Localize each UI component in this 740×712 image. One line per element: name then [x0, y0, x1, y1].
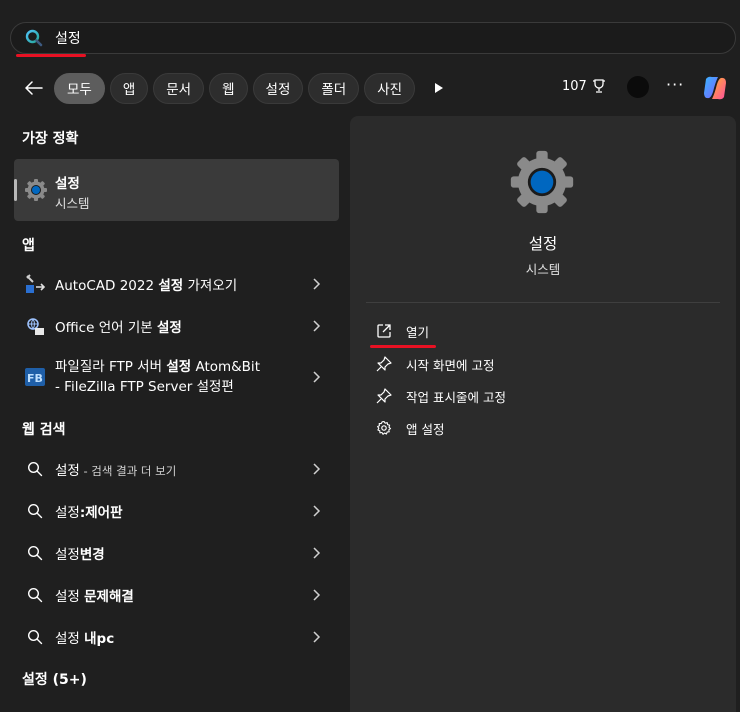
gear-icon	[376, 420, 392, 436]
web-result-label: 설정 내pc	[55, 631, 115, 647]
autocad-transfer-icon	[24, 273, 46, 295]
points-value: 107	[562, 78, 587, 94]
trophy-icon	[592, 79, 605, 93]
back-button[interactable]	[20, 74, 48, 102]
best-match-subtitle: 시스템	[55, 196, 90, 211]
app-settings-action[interactable]: 앱 설정	[376, 416, 444, 440]
app-result-item[interactable]: FB 파일질라 FTP 서버 설정 Atom&Bit - FileZilla F…	[14, 352, 339, 402]
open-action-label: 열기	[406, 324, 430, 340]
filter-chip-apps[interactable]: 앱	[109, 72, 149, 104]
web-result-item[interactable]: 설정 문제해결	[14, 575, 339, 615]
filter-chip-all[interactable]: 모두	[54, 72, 105, 104]
chevron-right-icon[interactable]	[309, 630, 323, 644]
search-box[interactable]	[10, 22, 736, 54]
chevron-right-icon[interactable]	[309, 319, 323, 333]
best-match-item[interactable]: 설정 시스템	[14, 159, 339, 221]
preview-pane: 설정 시스템 열기 시작 화면에 고정 작업 표시줄에 고정 앱 설정	[350, 116, 736, 712]
avatar[interactable]	[627, 76, 649, 98]
search-icon	[27, 629, 43, 645]
open-annotation-underline	[370, 345, 436, 348]
pin-icon	[376, 388, 392, 404]
svg-text:FB: FB	[27, 372, 43, 385]
pin-to-taskbar-label: 작업 표시줄에 고정	[406, 389, 506, 405]
search-icon	[27, 545, 43, 561]
divider	[366, 302, 720, 303]
best-match-title: 설정	[55, 176, 80, 192]
filter-chip-documents[interactable]: 문서	[153, 72, 205, 104]
pin-to-start-action[interactable]: 시작 화면에 고정	[376, 352, 494, 376]
apps-header: 앱	[22, 238, 35, 254]
app-result-item[interactable]: Office 언어 기본 설정	[14, 306, 339, 346]
arrow-left-icon	[25, 81, 43, 95]
chevron-right-icon[interactable]	[309, 370, 323, 384]
web-result-item[interactable]: 설정 - 검색 결과 더 보기	[14, 449, 339, 489]
app-result-item[interactable]: AutoCAD 2022 설정 가져오기	[14, 264, 339, 304]
best-match-header: 가장 정확	[22, 131, 79, 147]
web-result-item[interactable]: 설정변경	[14, 533, 339, 573]
office-language-icon	[24, 315, 46, 337]
app-result-label: 파일질라 FTP 서버 설정 Atom&Bit - FileZilla FTP …	[55, 359, 260, 395]
app-result-label: Office 언어 기본 설정	[55, 320, 182, 336]
search-icon	[27, 587, 43, 603]
preview-title: 설정	[528, 235, 558, 253]
pin-to-taskbar-action[interactable]: 작업 표시줄에 고정	[376, 384, 506, 408]
web-result-item[interactable]: 설정:제어판	[14, 491, 339, 531]
play-icon	[435, 83, 444, 93]
pin-to-start-label: 시작 화면에 고정	[406, 357, 495, 373]
settings-app-icon	[510, 150, 574, 214]
chevron-right-icon[interactable]	[309, 462, 323, 476]
search-icon	[27, 503, 43, 519]
filter-chip-settings[interactable]: 설정	[252, 72, 304, 104]
chevron-right-icon[interactable]	[309, 588, 323, 602]
selection-indicator	[14, 179, 17, 201]
app-settings-label: 앱 설정	[406, 421, 445, 437]
more-options-button[interactable]: ···	[666, 75, 684, 94]
settings-app-icon	[25, 179, 47, 201]
settings-section-header[interactable]: 설정 (5+)	[22, 669, 87, 689]
web-result-item[interactable]: 설정 내pc	[14, 617, 339, 657]
open-external-icon	[376, 323, 392, 339]
web-result-label: 설정:제어판	[55, 505, 123, 521]
filezilla-icon: FB	[24, 366, 46, 388]
filter-chip-web[interactable]: 웹	[209, 72, 248, 104]
search-icon	[27, 461, 43, 477]
web-result-label: 설정 문제해결	[55, 589, 134, 605]
rewards-points[interactable]: 107	[562, 78, 607, 94]
filter-bar: 모두 앱 문서 웹 설정 폴더 사진 107 ···	[0, 70, 740, 106]
web-result-label: 설정 - 검색 결과 더 보기	[55, 463, 177, 479]
search-input[interactable]	[55, 30, 655, 46]
pin-icon	[376, 356, 392, 372]
web-search-header: 웹 검색	[22, 422, 66, 438]
filter-chip-folders[interactable]: 폴더	[308, 72, 360, 104]
chevron-right-icon[interactable]	[309, 546, 323, 560]
open-action[interactable]: 열기	[376, 319, 429, 343]
chevron-right-icon[interactable]	[309, 277, 323, 291]
more-filters-button[interactable]	[428, 82, 450, 94]
filter-chip-photos[interactable]: 사진	[364, 72, 416, 104]
copilot-icon[interactable]	[700, 73, 730, 103]
web-result-label: 설정변경	[55, 547, 105, 563]
preview-subtitle: 시스템	[525, 262, 561, 277]
search-annotation-underline	[16, 54, 86, 57]
search-icon	[25, 29, 43, 47]
app-result-label: AutoCAD 2022 설정 가져오기	[55, 278, 238, 294]
chevron-right-icon[interactable]	[309, 504, 323, 518]
